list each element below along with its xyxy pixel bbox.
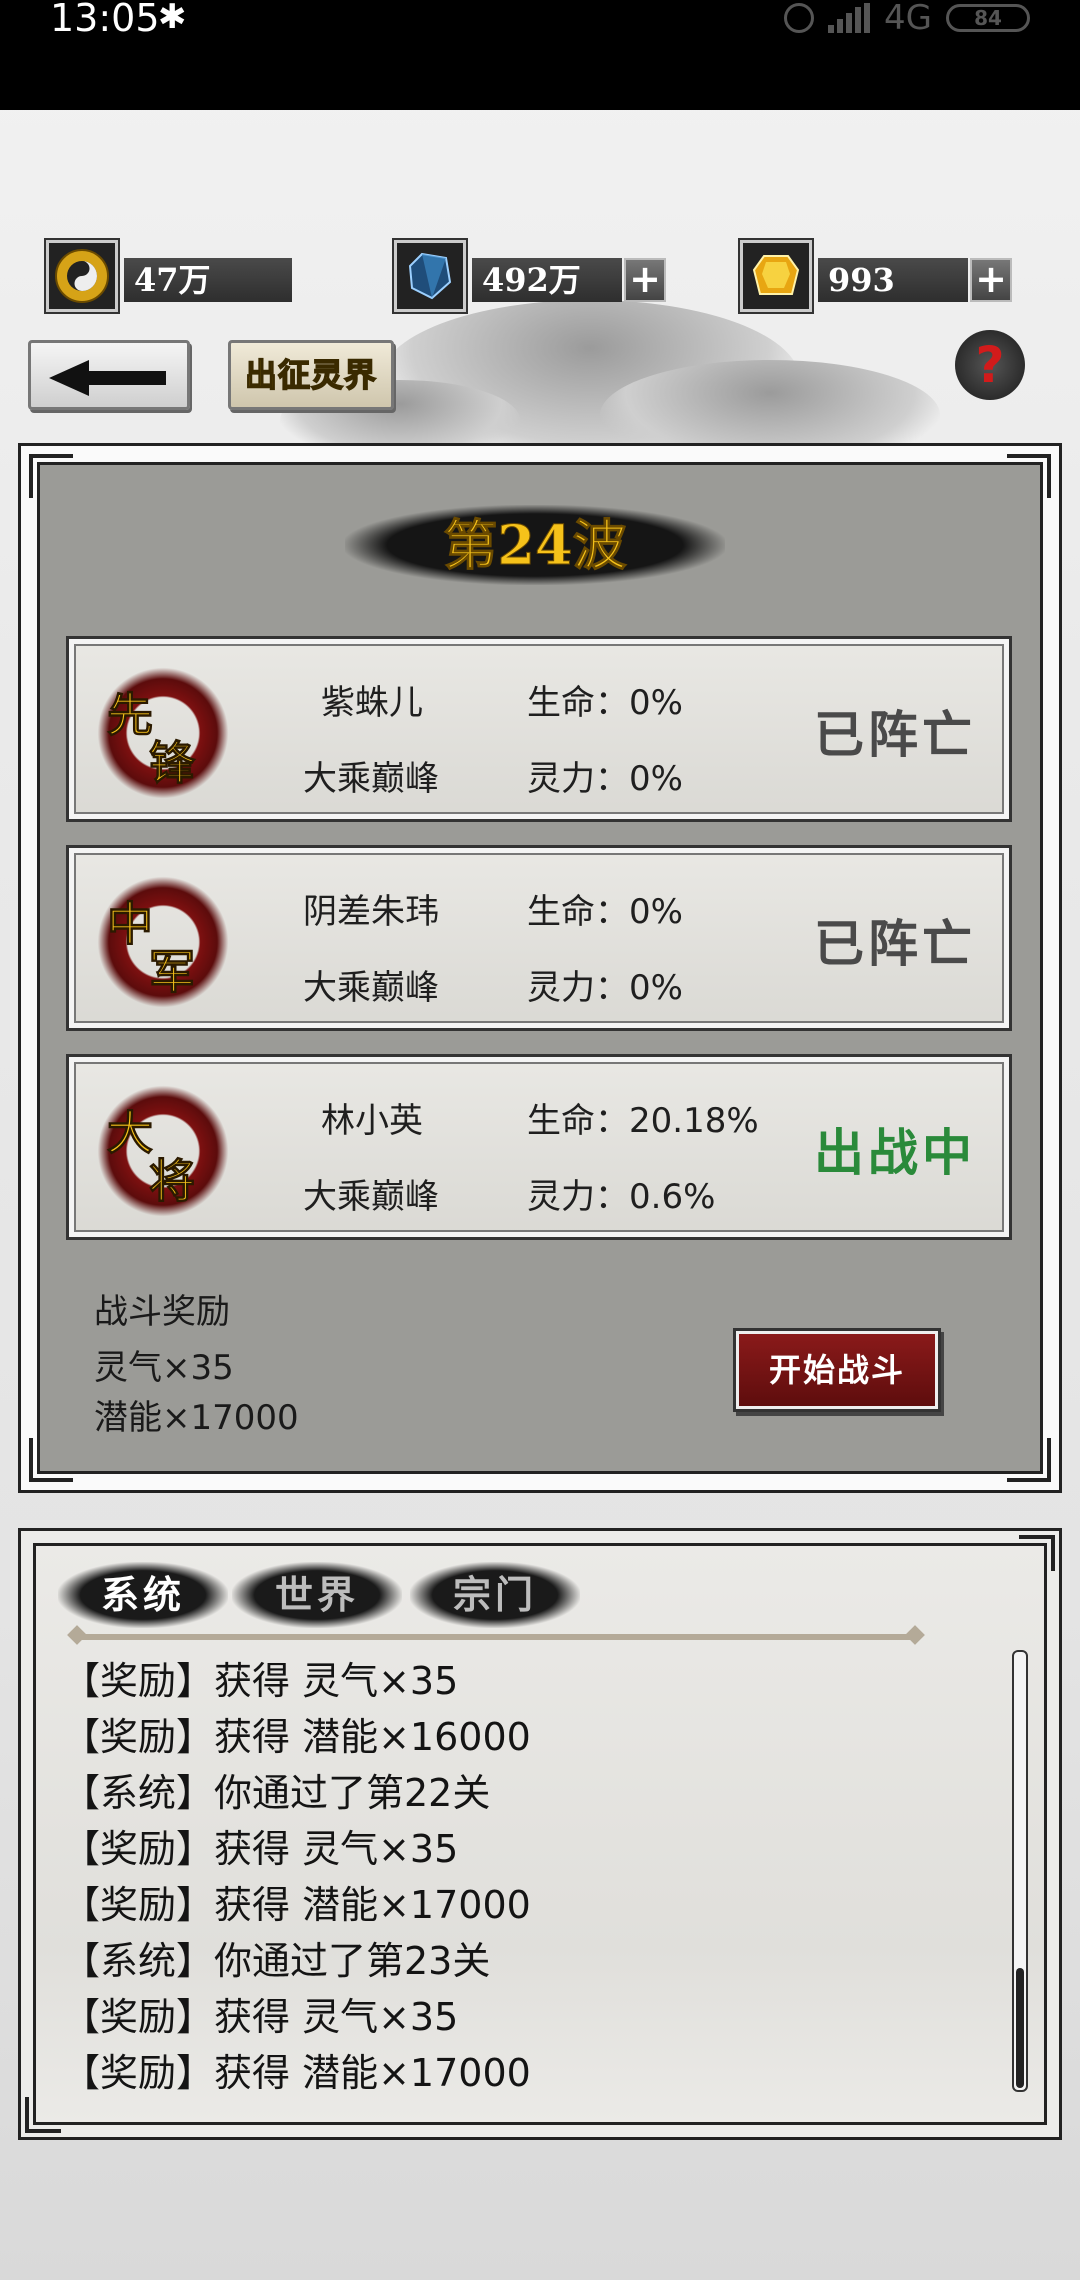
chat-line: 【奖励】获得 灵气×35 xyxy=(62,1995,459,2039)
battery-icon: 84 xyxy=(946,4,1030,32)
role-badge-vanguard: 先 锋 xyxy=(97,667,229,799)
signal-icon xyxy=(828,3,871,33)
blue-crystal-icon xyxy=(394,240,466,312)
corner-ornament xyxy=(1019,1535,1055,1571)
status-icons: 4G 84 xyxy=(784,0,1030,38)
wave-title: 第24波 xyxy=(443,513,627,578)
hero-mp: 灵力：0% xyxy=(527,759,683,799)
hero-status: 已阵亡 xyxy=(814,705,976,764)
tab-world[interactable]: 世界 xyxy=(232,1562,402,1628)
back-button[interactable] xyxy=(28,340,190,410)
alarm-icon xyxy=(784,3,815,33)
chat-scrollbar[interactable] xyxy=(1012,1650,1028,2092)
hero-name: 紫蛛儿 xyxy=(321,683,423,723)
hero-card-vanguard[interactable]: 先 锋 紫蛛儿 大乘巅峰 生命：0% 灵力：0% 已阵亡 xyxy=(66,636,1012,822)
hero-hp: 生命：0% xyxy=(527,892,683,932)
chat-line: 【奖励】获得 灵气×35 xyxy=(62,1827,459,1871)
tab-system[interactable]: 系统 xyxy=(58,1562,228,1628)
page-title: 出征灵界 xyxy=(228,340,394,410)
corner-ornament xyxy=(29,1438,73,1482)
corner-ornament xyxy=(25,2097,61,2133)
start-battle-button[interactable]: 开始战斗 xyxy=(736,1331,938,1409)
hero-realm: 大乘巅峰 xyxy=(303,1177,439,1217)
tab-sect[interactable]: 宗门 xyxy=(410,1562,580,1628)
hero-realm: 大乘巅峰 xyxy=(303,759,439,799)
reward-title: 战斗奖励 xyxy=(94,1292,230,1332)
network-type: 4G xyxy=(884,0,932,38)
role-badge-general: 大 将 xyxy=(97,1085,229,1217)
chat-line: 【系统】你通过了第22关 xyxy=(62,1771,491,1815)
yin-yang-coin-icon xyxy=(46,240,118,312)
resource-gold: 993 + xyxy=(740,240,1020,316)
tab-divider xyxy=(76,1634,916,1640)
hero-name: 阴差朱玮 xyxy=(303,892,439,932)
status-bar: 13:05 ✱ 4G 84 xyxy=(0,0,1080,110)
chat-line: 【奖励】获得 潜能×17000 xyxy=(62,1883,531,1927)
chat-line: 【奖励】获得 潜能×17000 xyxy=(62,2051,531,2095)
hero-mp: 灵力：0.6% xyxy=(527,1177,716,1217)
hero-status: 出战中 xyxy=(814,1123,976,1182)
hero-card-general[interactable]: 大 将 林小英 大乘巅峰 生命：20.18% 灵力：0.6% 出战中 xyxy=(66,1054,1012,1240)
hero-hp: 生命：0% xyxy=(527,683,683,723)
role-badge-center: 中 军 xyxy=(97,876,229,1008)
chat-line: 【系统】你通过了第23关 xyxy=(62,1939,491,1983)
add-crystal-button[interactable]: + xyxy=(624,258,666,302)
hero-hp: 生命：20.18% xyxy=(527,1101,759,1141)
hero-name: 林小英 xyxy=(321,1101,423,1141)
help-button[interactable]: ? xyxy=(955,330,1025,400)
chat-line: 【奖励】获得 灵气×35 xyxy=(62,1659,459,1703)
hero-status: 已阵亡 xyxy=(814,914,976,973)
reward-item: 潜能×17000 xyxy=(94,1398,299,1438)
hero-realm: 大乘巅峰 xyxy=(303,968,439,1008)
corner-ornament xyxy=(1007,1438,1051,1482)
corner-ornament xyxy=(29,454,73,498)
gold-amount: 993 xyxy=(818,258,968,302)
chat-line: 【奖励】获得 潜能×16000 xyxy=(62,1715,531,1759)
back-arrow-icon xyxy=(49,360,89,396)
gold-ingot-icon xyxy=(740,240,812,312)
bluetooth-icon: ✱ xyxy=(158,0,187,37)
hero-card-center[interactable]: 中 军 阴差朱玮 大乘巅峰 生命：0% 灵力：0% 已阵亡 xyxy=(66,845,1012,1031)
resource-crystal: 492万 + xyxy=(394,240,674,316)
coin-amount: 47万 xyxy=(124,258,292,302)
scrollbar-thumb[interactable] xyxy=(1016,1968,1024,2088)
corner-ornament xyxy=(1007,454,1051,498)
resource-coin: 47万 xyxy=(46,240,292,316)
hero-mp: 灵力：0% xyxy=(527,968,683,1008)
clock: 13:05 xyxy=(50,0,160,40)
reward-item: 灵气×35 xyxy=(94,1348,234,1388)
crystal-amount: 492万 xyxy=(472,258,622,302)
add-gold-button[interactable]: + xyxy=(970,258,1012,302)
